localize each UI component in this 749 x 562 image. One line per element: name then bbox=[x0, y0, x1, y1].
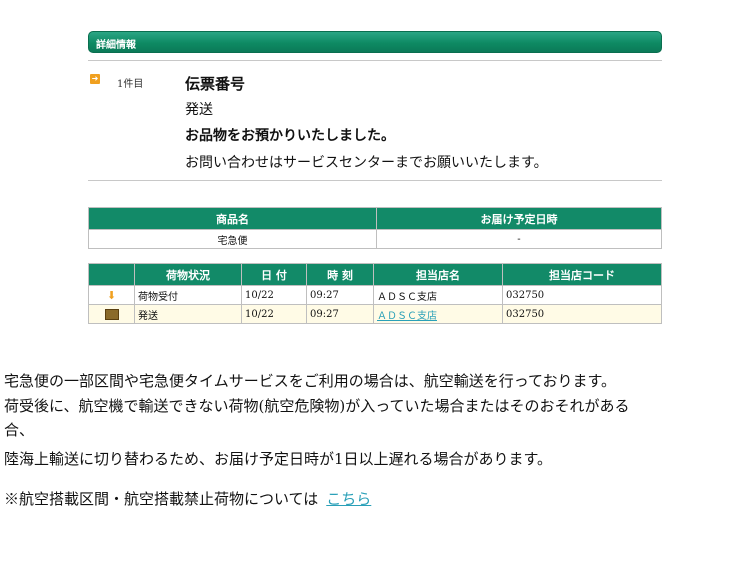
row-icon-cell: ⬇ bbox=[88, 285, 135, 305]
store-cell: ＡＤＳＣ支店 bbox=[373, 285, 503, 305]
table-row: ⬇ 荷物受付 10/22 09:27 ＡＤＳＣ支店 032750 bbox=[88, 285, 662, 305]
package-icon bbox=[104, 308, 119, 320]
store-code-cell: 032750 bbox=[502, 304, 662, 324]
col-product-name: 商品名 bbox=[88, 207, 377, 230]
store-cell: ＡＤＳＣ支店 bbox=[373, 304, 503, 324]
item-count-label: 1件目 bbox=[117, 79, 144, 90]
details-header-title: 詳細情報 bbox=[96, 40, 136, 51]
date-cell: 10/22 bbox=[241, 304, 307, 324]
product-name-cell: 宅急便 bbox=[88, 229, 377, 249]
store-code-cell: 032750 bbox=[502, 285, 662, 305]
contact-message: お問い合わせはサービスセンターまでお願いいたします。 bbox=[185, 155, 548, 171]
col-delivery-date: お届け予定日時 bbox=[376, 207, 662, 230]
status-line: 発送 bbox=[185, 102, 213, 118]
col-status: 荷物状況 bbox=[134, 263, 242, 286]
notice-line-5: ※航空搭載区間・航空搭載禁止荷物については こちら bbox=[4, 489, 371, 509]
product-table-header: 商品名 お届け予定日時 bbox=[88, 207, 662, 230]
time-cell: 09:27 bbox=[306, 285, 374, 305]
notice-line-3: 合、 bbox=[4, 421, 35, 439]
status-table: 荷物状況 日 付 時 刻 担当店名 担当店コード ⬇ 荷物受付 10/22 09… bbox=[88, 263, 662, 324]
store-link[interactable]: ＡＤＳＣ支店 bbox=[377, 311, 437, 322]
row-icon-cell bbox=[88, 304, 135, 324]
col-store-code: 担当店コード bbox=[502, 263, 662, 286]
col-store: 担当店名 bbox=[373, 263, 503, 286]
status-message: お品物をお預かりいたしました。 bbox=[185, 128, 395, 144]
arrow-right-icon: ➜ bbox=[90, 74, 100, 84]
table-row: 発送 10/22 09:27 ＡＤＳＣ支店 032750 bbox=[88, 304, 662, 324]
status-cell: 荷物受付 bbox=[134, 285, 242, 305]
notice-line-4: 陸海上輸送に切り替わるため、お届け予定日時が1日以上遅れる場合があります。 bbox=[4, 450, 553, 468]
details-link[interactable]: こちら bbox=[326, 490, 371, 508]
col-icon bbox=[88, 263, 135, 286]
notice-line-1: 宅急便の一部区間や宅急便タイムサービスをご利用の場合は、航空輸送を行っております… bbox=[4, 372, 617, 390]
table-row: 宅急便 - bbox=[88, 229, 662, 249]
col-date: 日 付 bbox=[241, 263, 307, 286]
air-restriction-text: ※航空搭載区間・航空搭載禁止荷物については bbox=[4, 490, 319, 508]
notice-line-2: 荷受後に、航空機で輸送できない荷物(航空危険物)が入っていた場合またはそのおそれ… bbox=[4, 397, 630, 415]
col-time: 時 刻 bbox=[306, 263, 374, 286]
tracking-number-label: 伝票番号 bbox=[185, 75, 246, 93]
date-cell: 10/22 bbox=[241, 285, 307, 305]
status-table-header: 荷物状況 日 付 時 刻 担当店名 担当店コード bbox=[88, 263, 662, 286]
arrow-down-icon: ⬇ bbox=[106, 288, 117, 302]
status-cell: 発送 bbox=[134, 304, 242, 324]
divider-bottom bbox=[88, 180, 662, 181]
divider-top bbox=[88, 60, 662, 61]
time-cell: 09:27 bbox=[306, 304, 374, 324]
delivery-date-cell: - bbox=[376, 229, 662, 249]
product-table: 商品名 お届け予定日時 宅急便 - bbox=[88, 207, 662, 249]
details-header-bar: 詳細情報 bbox=[88, 31, 662, 53]
